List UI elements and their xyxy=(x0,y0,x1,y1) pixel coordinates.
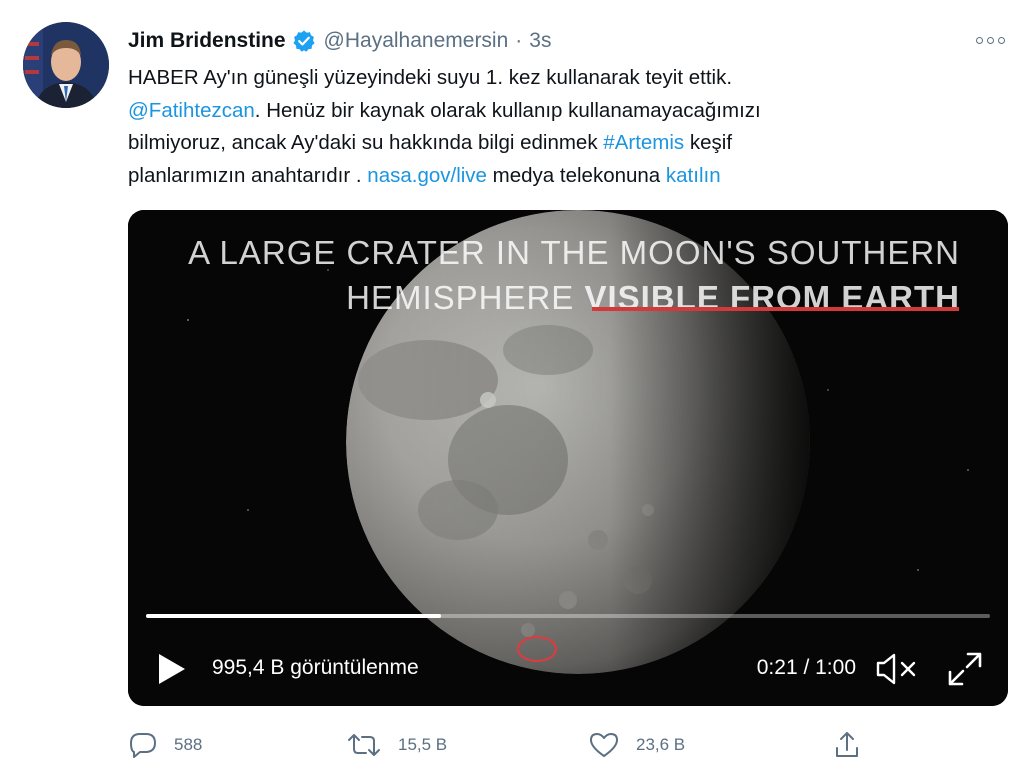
tweet-text-segment: planlarımızın anahtarıdır . xyxy=(128,163,368,187)
share-icon xyxy=(836,732,858,757)
fullscreen-icon xyxy=(948,652,982,686)
verified-badge-icon xyxy=(292,29,316,53)
tweet-text-line-2: @Fatihtezcan. Henüz bir kaynak olarak ku… xyxy=(128,95,988,128)
hashtag-link[interactable]: #Artemis xyxy=(603,131,684,154)
avatar[interactable] xyxy=(23,22,109,108)
tweet-header: Jim Bridenstine @Hayalhanemersin · 3s xyxy=(128,26,551,56)
author-name[interactable]: Jim Bridenstine xyxy=(128,29,286,53)
retweet-icon xyxy=(348,734,380,756)
caption-line-1: A LARGE CRATER IN THE MOON'S SOUTHERN xyxy=(188,234,960,271)
reply-icon xyxy=(130,733,156,758)
mention-link[interactable]: @Fatihtezcan xyxy=(128,99,255,122)
mute-icon xyxy=(876,653,916,685)
tweet-actions: 588 15,5 B 23,6 B xyxy=(128,728,868,762)
more-icon[interactable] xyxy=(970,28,1010,52)
retweet-button[interactable]: 15,5 B xyxy=(346,728,447,762)
tweet-text-segment: bilmiyoruz, ancak Ay'daki su hakkında bi… xyxy=(128,131,604,154)
tweet-text-line-1: HABER Ay'ın güneşli yüzeyindeki suyu 1. … xyxy=(128,66,733,89)
author-handle[interactable]: @Hayalhanemersin xyxy=(324,29,509,53)
reply-button[interactable]: 588 xyxy=(128,728,202,762)
video-progress-fill xyxy=(146,614,442,618)
crater-marker xyxy=(517,636,557,662)
tweet-timestamp[interactable]: 3s xyxy=(529,29,551,53)
tweet-text-line-3: bilmiyoruz, ancak Ay'daki su hakkında bi… xyxy=(128,127,988,160)
tweet[interactable]: Jim Bridenstine @Hayalhanemersin · 3s HA… xyxy=(0,0,1024,774)
play-icon xyxy=(159,654,185,684)
url-link[interactable]: nasa.gov/live xyxy=(367,164,487,187)
view-count: 995,4 B görüntülenme xyxy=(212,656,419,679)
mute-button[interactable] xyxy=(876,652,920,686)
tweet-text-segment: keşif xyxy=(684,131,733,154)
like-button[interactable]: 23,6 B xyxy=(588,728,685,762)
retweet-count: 15,5 B xyxy=(398,735,448,754)
video-timecode: 0:21 / 1:00 xyxy=(756,656,856,679)
tweet-text: HABER Ay'ın güneşli yüzeyindeki suyu 1. … xyxy=(128,62,988,192)
video-player[interactable]: A LARGE CRATER IN THE MOON'S SOUTHERN HE… xyxy=(128,210,1008,706)
caption-line-2: HEMISPHERE VISIBLE FROM EARTH xyxy=(188,275,960,320)
reply-count: 588 xyxy=(174,735,203,754)
like-count: 23,6 B xyxy=(636,735,686,754)
share-button[interactable] xyxy=(832,728,862,762)
tweet-text-segment: medya telekonuna xyxy=(486,163,666,187)
like-icon xyxy=(590,733,618,757)
caption-underline xyxy=(592,307,959,311)
tweet-text-line-4: planlarımızın anahtarıdır . nasa.gov/liv… xyxy=(128,160,988,193)
separator-dot: · xyxy=(515,29,523,52)
caption-light-text: HEMISPHERE xyxy=(346,279,585,316)
join-link[interactable]: katılın xyxy=(666,164,721,187)
tweet-text-segment: . Henüz bir kaynak olarak kullanıp kulla… xyxy=(254,98,761,122)
fullscreen-button[interactable] xyxy=(946,650,984,688)
play-button[interactable] xyxy=(156,652,188,686)
video-progress-bar[interactable] xyxy=(146,614,990,618)
